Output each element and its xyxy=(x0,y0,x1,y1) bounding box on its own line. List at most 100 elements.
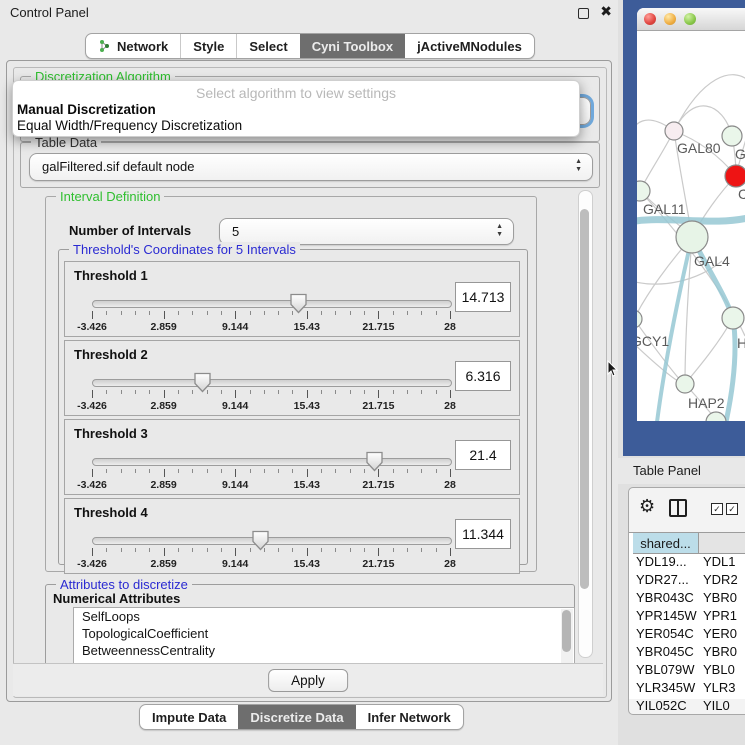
tab-cyni-toolbox[interactable]: Cyni Toolbox xyxy=(300,34,405,58)
slider-tick xyxy=(307,469,308,477)
slider-tick xyxy=(307,390,308,398)
gear-icon[interactable]: ⚙ xyxy=(639,496,655,517)
slider-track[interactable] xyxy=(92,379,452,387)
slider-tick xyxy=(106,548,107,552)
slider-tick xyxy=(221,390,222,394)
threshold-slider[interactable]: -3.4262.8599.14415.4321.71528 xyxy=(92,369,450,413)
network-node-c[interactable] xyxy=(725,165,745,187)
table-row[interactable]: YDL19...YDL1 xyxy=(633,554,745,572)
slider-tick xyxy=(135,311,136,315)
slider-tick xyxy=(192,469,193,473)
number-of-intervals-combobox[interactable]: 5 ▲▼ xyxy=(219,218,514,245)
slider-tick xyxy=(178,469,179,473)
slider-tick xyxy=(149,469,150,473)
zoom-traffic-light-icon[interactable] xyxy=(684,13,696,25)
tab-label: Discretize Data xyxy=(250,710,343,725)
threshold-value-field[interactable]: 14.713 xyxy=(455,282,511,312)
slider-tick xyxy=(421,548,422,552)
apply-button[interactable]: Apply xyxy=(268,669,348,692)
attribute-list-item[interactable]: TopologicalCoefficient xyxy=(74,625,574,642)
panel-scrollbar[interactable] xyxy=(578,190,593,658)
network-node-gal4[interactable] xyxy=(676,221,708,253)
checkbox-icon[interactable]: ✓ xyxy=(711,503,723,515)
slider-track[interactable] xyxy=(92,458,452,466)
network-node-label: H xyxy=(737,335,745,351)
table-row[interactable]: YBR045CYBR0 xyxy=(633,644,745,662)
minimize-traffic-light-icon[interactable] xyxy=(664,13,676,25)
tab-infer-network[interactable]: Infer Network xyxy=(356,705,463,729)
column-header-shared-name[interactable]: shared... xyxy=(633,533,699,554)
tab-style[interactable]: Style xyxy=(180,34,236,58)
tab-label: Network xyxy=(117,39,168,54)
table-row[interactable]: YBR043CYBR0 xyxy=(633,590,745,608)
combo-stepper-icon: ▲▼ xyxy=(496,223,503,239)
network-node-hap2[interactable] xyxy=(676,375,694,393)
cell-name: YER0 xyxy=(699,626,737,641)
network-node[interactable] xyxy=(706,412,726,421)
table-row[interactable]: YBL079WYBL0 xyxy=(633,662,745,680)
slider-tick xyxy=(350,390,351,394)
panel-scrollbar-thumb[interactable] xyxy=(580,209,589,589)
slider-track[interactable] xyxy=(92,537,452,545)
list-scrollbar-thumb[interactable] xyxy=(562,610,571,652)
threshold-value-field[interactable]: 21.4 xyxy=(455,440,511,470)
threshold-label: Threshold 1 xyxy=(74,268,148,283)
slider-tick xyxy=(207,469,208,473)
tab-network[interactable]: Network xyxy=(86,34,180,58)
checkbox-icon[interactable]: ✓ xyxy=(726,503,738,515)
slider-tick xyxy=(278,548,279,552)
float-window-icon[interactable] xyxy=(578,8,589,19)
threshold-slider[interactable]: -3.4262.8599.14415.4321.71528 xyxy=(92,527,450,571)
table-row[interactable]: YDR27...YDR2 xyxy=(633,572,745,590)
slider-ticks xyxy=(92,311,450,321)
tab-impute-data[interactable]: Impute Data xyxy=(140,705,238,729)
popup-option[interactable]: Equal Width/Frequency Discretization xyxy=(17,118,242,133)
network-node-gal[interactable] xyxy=(722,126,742,146)
columns-icon[interactable] xyxy=(669,499,687,517)
slider-tick xyxy=(350,311,351,315)
slider-tick-label: 28 xyxy=(444,558,456,570)
table-row[interactable]: YER054CYER0 xyxy=(633,626,745,644)
threshold-label: Threshold 2 xyxy=(74,347,148,362)
slider-tick xyxy=(121,548,122,552)
table-row[interactable]: YPR145WYPR1 xyxy=(633,608,745,626)
network-node-h[interactable] xyxy=(722,307,744,329)
slider-tick xyxy=(106,469,107,473)
slider-tick xyxy=(264,311,265,315)
cell-shared-name: YDL19... xyxy=(633,554,699,569)
tab-discretize-data[interactable]: Discretize Data xyxy=(238,705,355,729)
slider-tick xyxy=(421,390,422,394)
network-node-gal80[interactable] xyxy=(665,122,683,140)
network-canvas[interactable]: GAL80GALCGAL11GAL4GCY1HHAP2 xyxy=(637,31,745,421)
tab-select[interactable]: Select xyxy=(236,34,299,58)
close-icon[interactable]: ✖ xyxy=(600,3,612,20)
slider-tick xyxy=(207,548,208,552)
threshold-slider[interactable]: -3.4262.8599.14415.4321.71528 xyxy=(92,290,450,334)
threshold-slider[interactable]: -3.4262.8599.14415.4321.71528 xyxy=(92,448,450,492)
table-row[interactable]: YLR345WYLR3 xyxy=(633,680,745,698)
cell-name: YBR0 xyxy=(699,644,737,659)
network-node-gcy1[interactable] xyxy=(637,310,642,328)
slider-tick-label: -3.426 xyxy=(77,558,107,570)
threshold-value-field[interactable]: 11.344 xyxy=(455,519,511,549)
slider-tick xyxy=(407,548,408,552)
slider-track[interactable] xyxy=(92,300,452,308)
network-node-label: GAL80 xyxy=(677,140,721,156)
attribute-list-item[interactable]: BetweennessCentrality xyxy=(74,642,574,659)
table-data-combobox[interactable]: galFiltered.sif default node ▲▼ xyxy=(29,153,593,181)
popup-option[interactable]: Manual Discretization xyxy=(17,102,156,117)
cell-shared-name: YER054C xyxy=(633,626,699,641)
cell-name: YIL0 xyxy=(699,698,730,713)
attribute-list-item[interactable]: SelfLoops xyxy=(74,608,574,625)
column-header-name[interactable]: na xyxy=(699,533,745,554)
slider-tick xyxy=(235,390,236,398)
threshold-value-field[interactable]: 6.316 xyxy=(455,361,511,391)
slider-tick xyxy=(378,548,379,556)
cell-shared-name: YDR27... xyxy=(633,572,699,587)
slider-tick xyxy=(321,311,322,315)
tab-jactivemnodules[interactable]: jActiveMNodules xyxy=(405,34,534,58)
table-row[interactable]: YIL052CYIL0 xyxy=(633,698,745,715)
close-traffic-light-icon[interactable] xyxy=(644,13,656,25)
slider-tick xyxy=(278,311,279,315)
threshold-label: Threshold 3 xyxy=(74,426,148,441)
